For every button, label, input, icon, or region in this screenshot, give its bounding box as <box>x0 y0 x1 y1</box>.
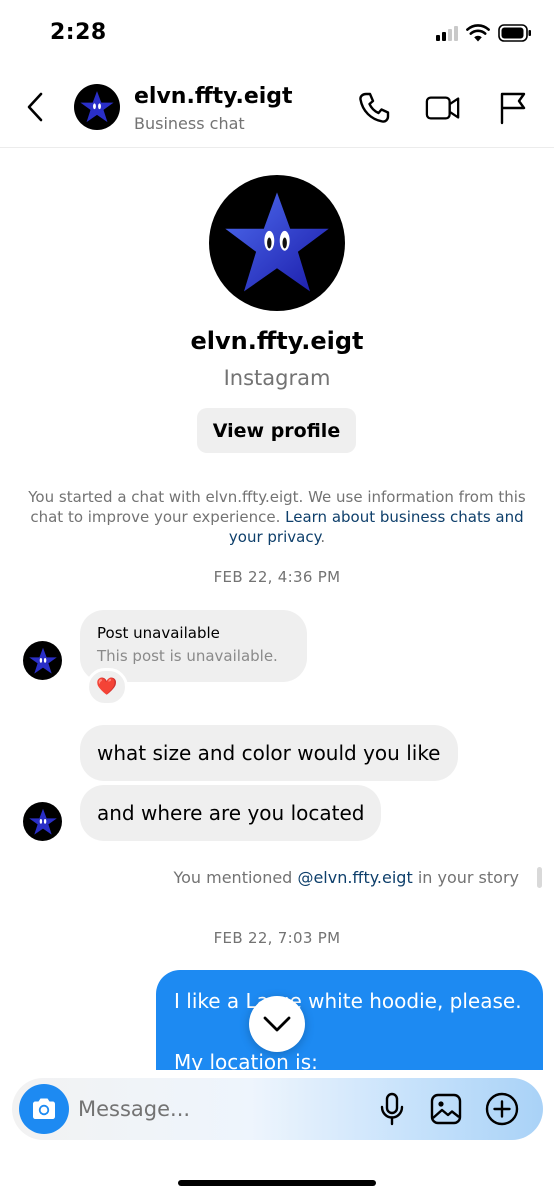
back-chevron-icon <box>27 92 43 122</box>
video-call-button[interactable] <box>425 90 461 126</box>
post-subtitle: This post is unavailable. <box>97 647 278 665</box>
avatar[interactable] <box>23 641 62 680</box>
profile-platform: Instagram <box>223 366 331 390</box>
back-button[interactable] <box>18 86 52 128</box>
star-logo-icon <box>28 808 57 835</box>
mention-prefix: You mentioned <box>173 868 293 887</box>
view-profile-button[interactable]: View profile <box>197 408 356 453</box>
timestamp: FEB 22, 4:36 PM <box>213 568 341 586</box>
star-logo-icon <box>28 647 57 674</box>
status-time: 2:28 <box>50 20 107 45</box>
video-camera-icon <box>425 96 460 120</box>
star-logo-icon <box>225 192 329 292</box>
phone-icon <box>359 92 390 123</box>
message-composer <box>12 1078 543 1140</box>
mention-handle[interactable]: @elvn.ffty.eigt <box>297 868 412 887</box>
profile-avatar[interactable] <box>209 175 345 311</box>
status-icons <box>436 24 532 42</box>
wifi-icon <box>466 24 490 42</box>
header-subtitle: Business chat <box>134 114 245 133</box>
star-logo-icon <box>80 91 114 123</box>
voice-message-button[interactable] <box>374 1091 410 1127</box>
status-bar: 2:28 <box>0 0 554 66</box>
camera-button[interactable] <box>19 1084 69 1134</box>
post-title: Post unavailable <box>97 624 220 642</box>
scroll-indicator <box>537 867 542 888</box>
flag-icon <box>500 92 526 125</box>
scroll-to-bottom-button[interactable] <box>249 996 305 1052</box>
outgoing-line: I like a Large white hoodie, please. <box>174 989 522 1013</box>
story-mention-note: You mentioned @elvn.ffty.eigt in your st… <box>173 868 519 887</box>
battery-icon <box>498 24 531 42</box>
message-bubble[interactable]: and where are you located <box>80 785 382 841</box>
add-circle-icon <box>485 1092 519 1126</box>
timestamp: FEB 22, 7:03 PM <box>213 929 341 947</box>
call-button[interactable] <box>356 90 392 126</box>
message-input[interactable] <box>78 1092 368 1126</box>
camera-icon <box>33 1098 55 1119</box>
gallery-button[interactable] <box>428 1091 464 1127</box>
report-button[interactable] <box>495 90 531 126</box>
gallery-icon <box>430 1093 462 1125</box>
profile-name: elvn.ffty.eigt <box>190 327 364 355</box>
header-username[interactable]: elvn.ffty.eigt <box>134 84 293 109</box>
avatar[interactable] <box>23 802 62 841</box>
message-bubble[interactable]: what size and color would you like <box>80 725 458 781</box>
chevron-down-icon <box>263 1016 291 1032</box>
home-indicator <box>178 1180 376 1186</box>
disclaimer-end: . <box>320 528 326 546</box>
cellular-signal-icon <box>436 25 458 41</box>
avatar[interactable] <box>74 84 120 130</box>
heart-reaction[interactable]: ❤️ <box>86 668 128 706</box>
more-options-button[interactable] <box>484 1091 520 1127</box>
chat-header: elvn.ffty.eigt Business chat <box>0 66 554 148</box>
microphone-icon <box>380 1092 404 1126</box>
mention-suffix: in your story <box>417 868 519 887</box>
business-chat-disclaimer: You started a chat with elvn.ffty.eigt. … <box>26 487 528 547</box>
